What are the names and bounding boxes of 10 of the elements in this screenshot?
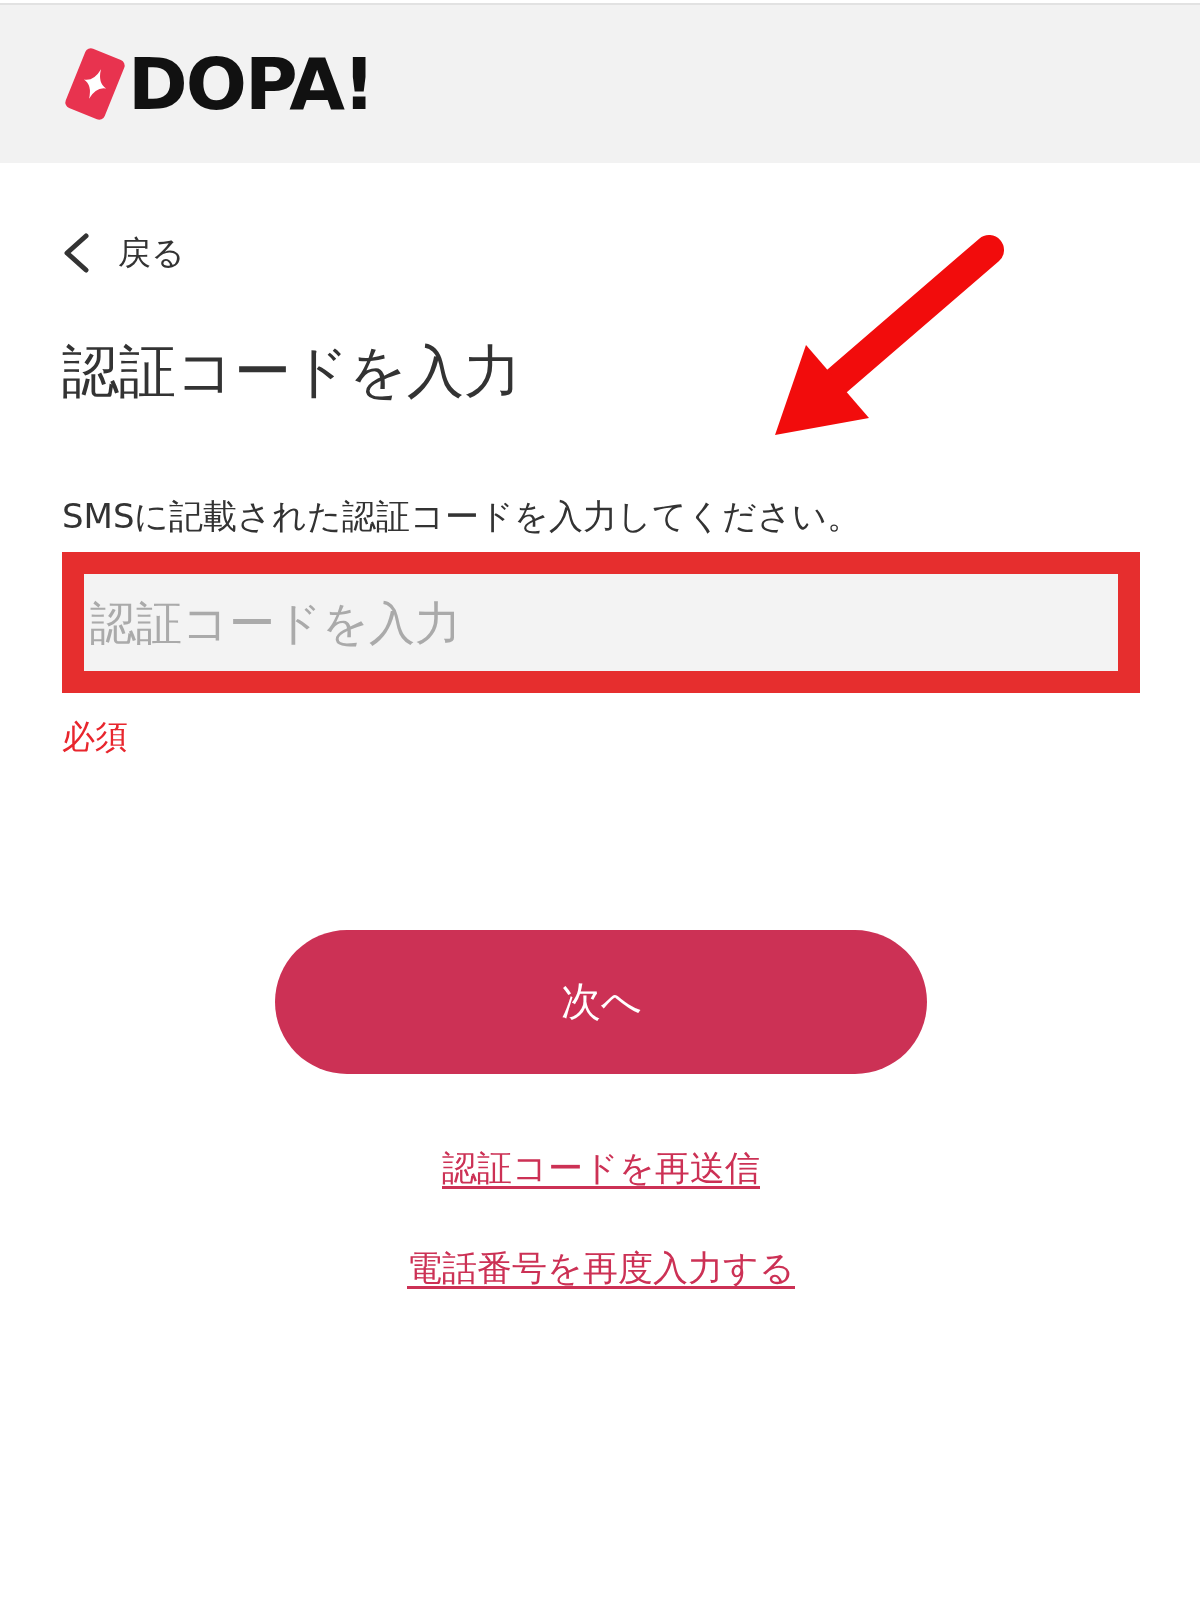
back-link[interactable]: 戻る — [62, 233, 185, 273]
code-input-field[interactable]: 認証コードを入力 — [84, 574, 1118, 672]
text-link[interactable]: 認証コードを再送信 — [442, 1146, 760, 1191]
text-link[interactable]: 電話番号を再度入力する — [407, 1246, 795, 1291]
next-button[interactable]: 次へ — [275, 929, 927, 1074]
page-title: 認証コードを入力 — [62, 337, 522, 406]
chevron-left-icon — [62, 233, 90, 273]
error-text: 必須 — [62, 717, 128, 757]
instruction-text: SMSに記載された認証コードを入力してください。 — [62, 496, 863, 538]
logo-text: DOPA! — [128, 48, 374, 120]
